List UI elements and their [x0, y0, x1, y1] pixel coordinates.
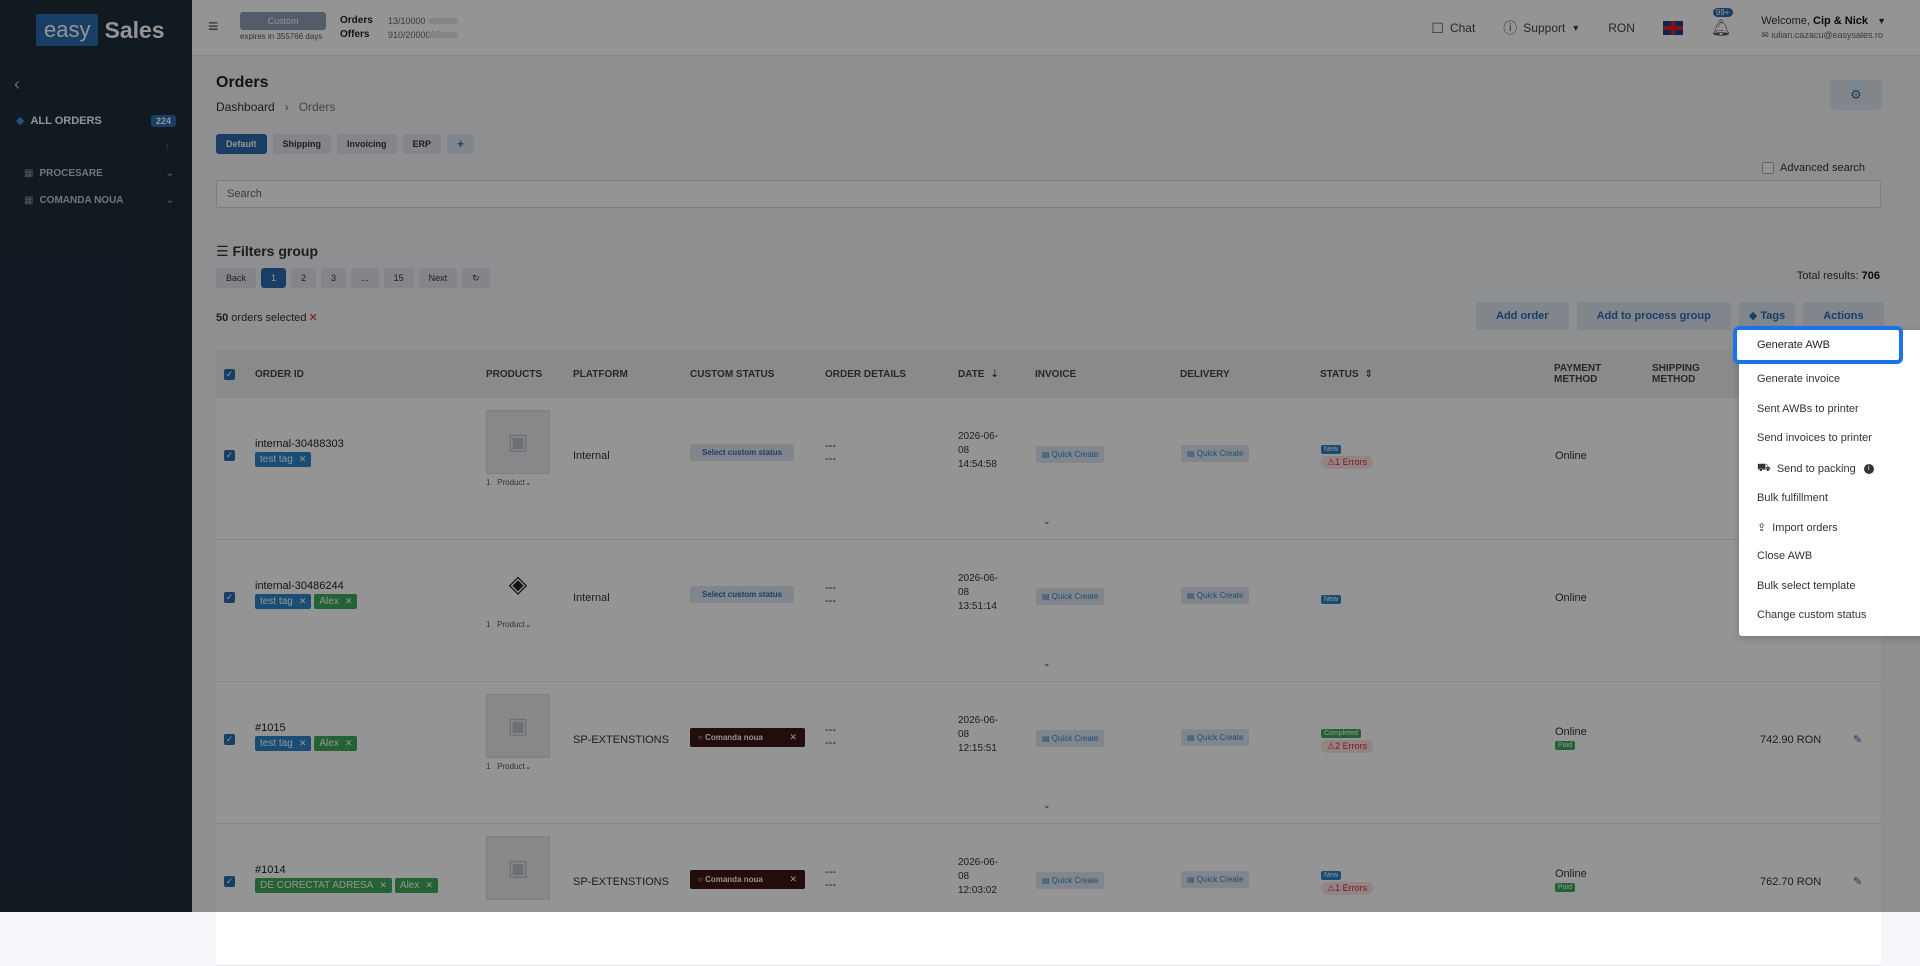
- menu-item-close-awb[interactable]: Close AWB: [1757, 550, 1812, 562]
- truck-icon: ⛟: [1757, 462, 1771, 474]
- menu-item-sent-awbs-to-printer[interactable]: Sent AWBs to printer: [1757, 403, 1859, 415]
- menu-item-label: Send to packing: [1776, 463, 1856, 475]
- menu-item-label: Generate AWB: [1757, 339, 1830, 351]
- modal-overlay[interactable]: [0, 0, 1920, 912]
- info-icon[interactable]: i: [1863, 464, 1874, 474]
- menu-item-bulk-fulfillment[interactable]: Bulk fulfillment: [1757, 492, 1828, 504]
- menu-item-import-orders[interactable]: ⇪ Import orders: [1757, 521, 1838, 535]
- menu-item-generate-invoice[interactable]: Generate invoice: [1757, 373, 1840, 385]
- actions-dropdown-menu: Generate invoice Sent AWBs to printer Se…: [1739, 330, 1920, 636]
- menu-item-generate-awb[interactable]: Generate AWB: [1733, 326, 1903, 364]
- menu-item-label: Import orders: [1772, 521, 1838, 534]
- upload-icon: ⇪: [1757, 522, 1767, 534]
- menu-item-send-invoices-to-printer[interactable]: Send invoices to printer: [1757, 432, 1872, 444]
- menu-item-change-custom-status[interactable]: Change custom status: [1757, 609, 1866, 621]
- menu-item-send-to-packing[interactable]: ⛟ Send to packing i: [1757, 462, 1874, 476]
- menu-item-bulk-select-template[interactable]: Bulk select template: [1757, 580, 1855, 592]
